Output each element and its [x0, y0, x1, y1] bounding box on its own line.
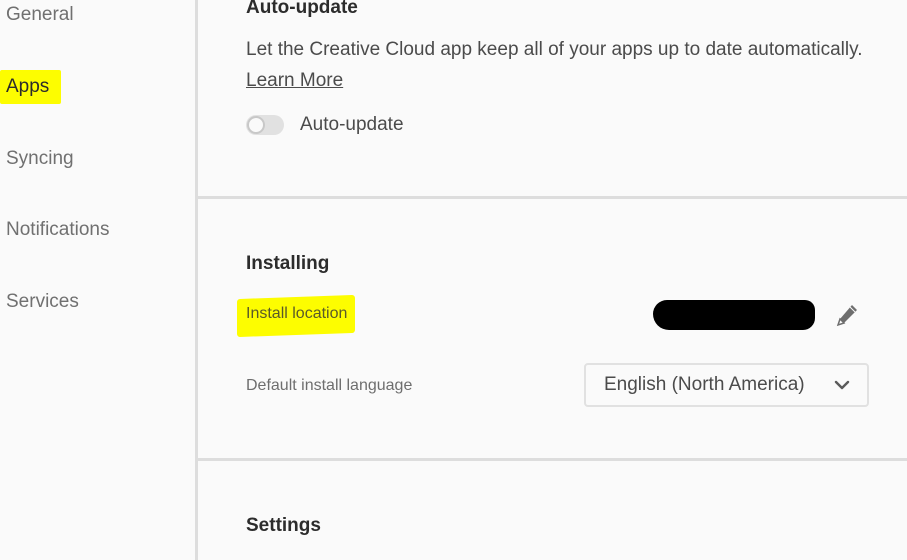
auto-update-heading: Auto-update	[246, 0, 358, 18]
preferences-window: General Apps Syncing Notifications Servi…	[0, 0, 907, 560]
settings-heading: Settings	[246, 515, 321, 536]
sidebar: General Apps Syncing Notifications Servi…	[0, 0, 195, 560]
sidebar-item-general[interactable]: General	[6, 3, 74, 27]
auto-update-toggle-label: Auto-update	[300, 114, 404, 135]
pencil-icon[interactable]	[834, 302, 860, 328]
auto-update-toggle[interactable]	[246, 115, 284, 135]
install-location-label: Install location	[246, 305, 348, 322]
sidebar-item-services[interactable]: Services	[6, 290, 79, 314]
chevron-down-icon	[834, 380, 850, 390]
default-install-language-label: Default install language	[246, 377, 413, 394]
installing-heading: Installing	[246, 253, 330, 274]
install-location-value-redacted	[653, 300, 815, 330]
sidebar-item-syncing[interactable]: Syncing	[6, 147, 74, 171]
install-language-value: English (North America)	[604, 374, 805, 395]
section-divider	[198, 458, 907, 461]
sidebar-item-apps[interactable]: Apps	[6, 75, 49, 99]
toggle-knob	[247, 116, 265, 134]
learn-more-link[interactable]: Learn More	[246, 69, 343, 93]
section-divider	[198, 196, 907, 199]
install-language-dropdown[interactable]: English (North America)	[584, 363, 869, 407]
auto-update-description: Let the Creative Cloud app keep all of y…	[246, 39, 863, 60]
auto-update-toggle-row: Auto-update	[246, 113, 404, 137]
sidebar-item-notifications[interactable]: Notifications	[6, 218, 110, 242]
main-content: Auto-update Let the Creative Cloud app k…	[198, 0, 907, 560]
